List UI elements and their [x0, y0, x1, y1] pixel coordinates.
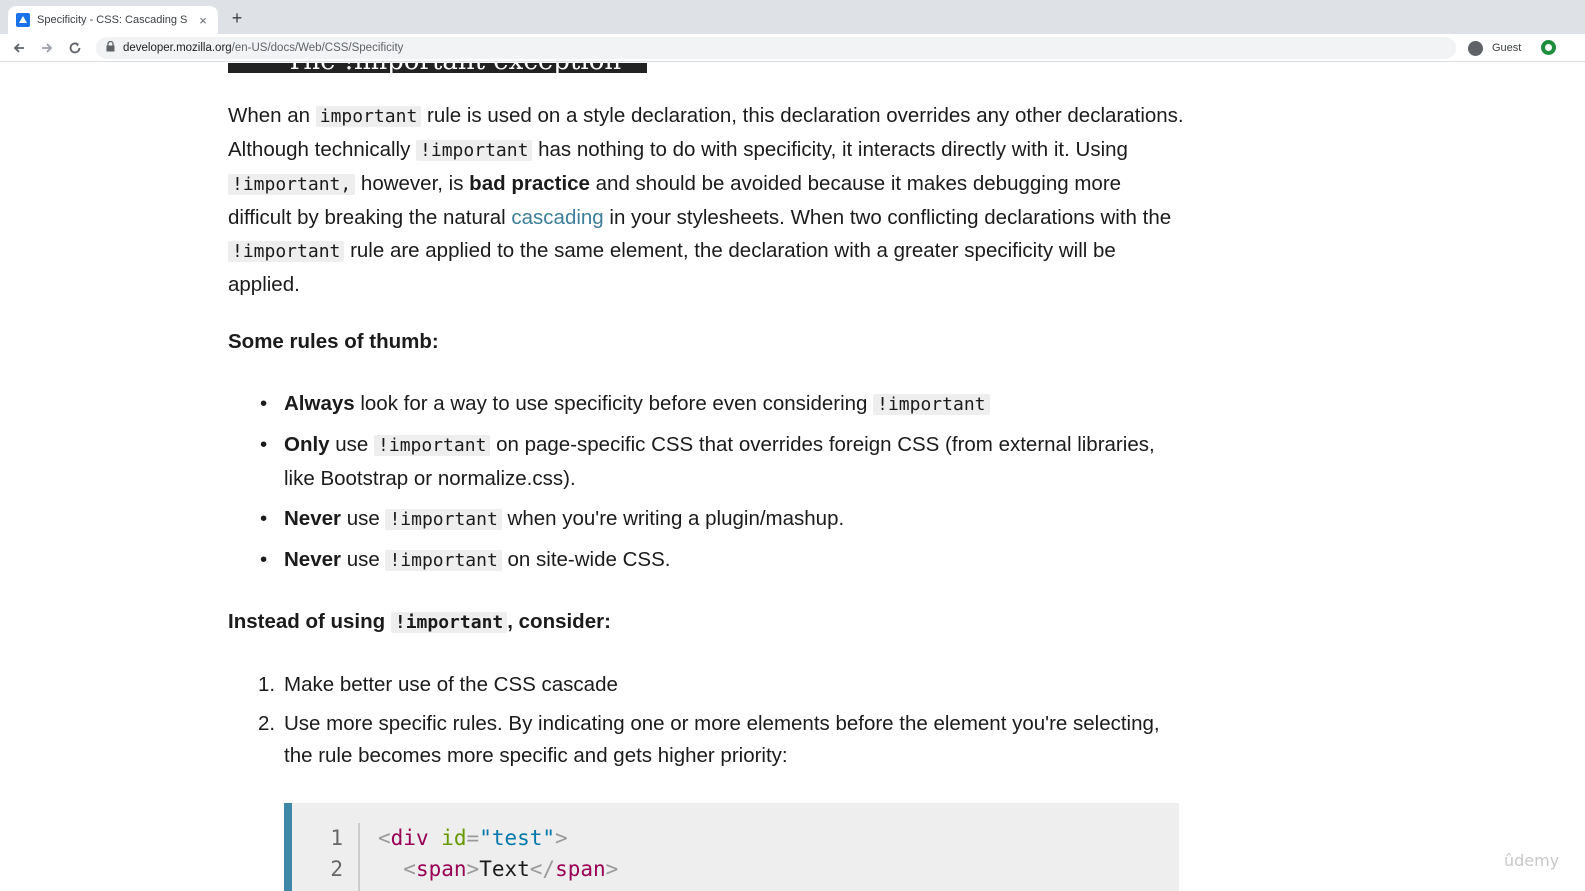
inline-code: important: [315, 106, 422, 127]
line-numbers: 12: [292, 823, 360, 891]
list-item: 2. Use more specific rules. By indicating…: [258, 712, 1160, 767]
inline-code: !important: [374, 435, 491, 456]
list-item: Only use !important on page-specific CSS…: [228, 428, 1188, 495]
url-path: /en-US/docs/Web/CSS/Specificity: [231, 42, 404, 54]
code-line: <span>Text</span>: [403, 857, 619, 881]
instead-heading: Instead of using !important, consider:: [228, 610, 611, 633]
forward-arrow-icon[interactable]: [37, 38, 57, 58]
lock-icon: [106, 40, 115, 55]
inline-code: !important: [385, 550, 502, 571]
inline-code: !important: [228, 241, 345, 262]
page-content: The !important exception When an importa…: [0, 63, 1585, 891]
avatar-icon: [1468, 40, 1483, 56]
mdn-favicon-icon: [16, 13, 30, 27]
tab-title: Specificity - CSS: Cascading S: [37, 14, 188, 26]
address-bar[interactable]: developer.mozilla.org/en-US/docs/Web/CSS…: [96, 37, 1456, 59]
profile-label: Guest: [1492, 42, 1522, 54]
rules-list: Always look for a way to use specificity…: [228, 387, 1188, 584]
section-heading: The !important exception: [228, 63, 647, 73]
list-item: Always look for a way to use specificity…: [228, 387, 1188, 421]
list-item: 1. Make better use of the CSS cascade: [258, 673, 618, 696]
profile-button[interactable]: Guest: [1464, 37, 1534, 59]
bold-text: bad practice: [469, 172, 590, 195]
code-line: <div id="test">: [378, 826, 568, 850]
browser-tab[interactable]: Specificity - CSS: Cascading S ×: [8, 6, 218, 34]
udemy-watermark: ûdemy: [1504, 851, 1560, 870]
reload-icon[interactable]: [65, 38, 85, 58]
inline-code: !important,: [228, 174, 356, 195]
inline-code: !important: [385, 509, 502, 530]
steps-list: 1. Make better use of the CSS cascade 2. U…: [228, 669, 1188, 779]
important-paragraph: When an important rule is used on a styl…: [228, 104, 1184, 296]
rules-heading: Some rules of thumb:: [228, 330, 439, 353]
close-tab-icon[interactable]: ×: [196, 13, 210, 28]
inline-code: !important: [416, 140, 533, 161]
code-lines: <div id="test"> <span>Text</span>: [378, 823, 618, 885]
inline-code: !important: [390, 612, 508, 633]
new-tab-button[interactable]: +: [228, 9, 246, 27]
code-example: 12 <div id="test"> <span>Text</span>: [284, 803, 1179, 891]
cascading-link[interactable]: cascading: [511, 206, 603, 229]
inline-code: !important: [873, 394, 990, 415]
extension-icon[interactable]: [1541, 40, 1556, 55]
list-item: Never use !important on site-wide CSS.: [228, 543, 1188, 577]
browser-toolbar: developer.mozilla.org/en-US/docs/Web/CSS…: [0, 34, 1585, 62]
list-item: Never use !important when you're writing…: [228, 502, 1188, 536]
url-host: developer.mozilla.org: [123, 42, 232, 54]
back-arrow-icon[interactable]: [9, 38, 29, 58]
tab-strip: Specificity - CSS: Cascading S × +: [0, 0, 1585, 34]
